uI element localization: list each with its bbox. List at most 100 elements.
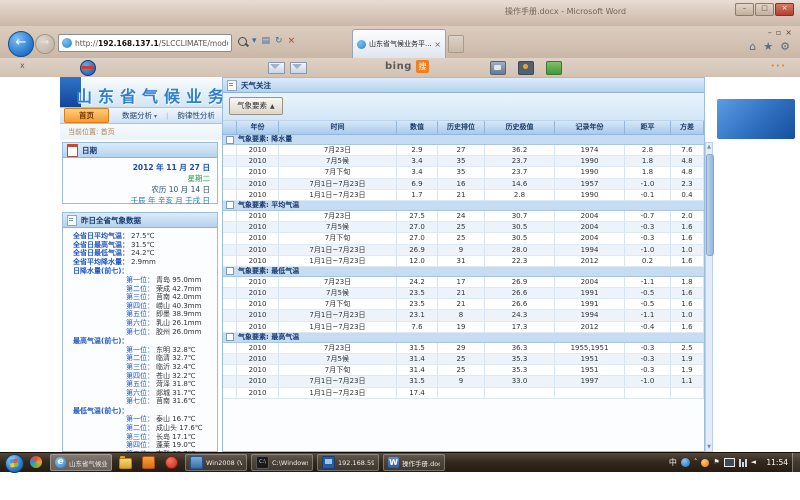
rank-item: 第一位：泰山 16.7℃ <box>63 415 217 424</box>
row-cell: 2.5 <box>671 343 704 354</box>
network-tray-icon[interactable] <box>739 459 747 467</box>
address-bar[interactable]: http://192.168.137.1/SLCCLIMATE/modules/… <box>58 34 232 52</box>
browser-tab[interactable]: 山东省气候业务平... × <box>352 29 446 58</box>
row-cell: 1951 <box>555 354 625 365</box>
row-cell: 16 <box>438 179 485 190</box>
row-cell: 33.0 <box>485 376 555 387</box>
more-options-icon[interactable]: ••• <box>771 62 786 70</box>
addons-icon[interactable] <box>546 61 562 75</box>
search-icon[interactable] <box>238 37 247 46</box>
scroll-up-icon[interactable]: ▲ <box>706 144 712 150</box>
taskbar-button-explorer[interactable] <box>116 454 135 471</box>
action-center-flag-icon[interactable]: ⚑ <box>713 458 719 467</box>
row-cell: 2010 <box>237 256 279 267</box>
ie-window-buttons[interactable]: –▫× <box>768 28 792 37</box>
close-button[interactable]: × <box>775 3 794 16</box>
scrollbar-thumb[interactable] <box>706 154 714 256</box>
table-row: 20107月5候27.02530.52004-0.31.6 <box>223 222 704 233</box>
orange-tray-icon[interactable] <box>701 459 709 467</box>
tab-close-icon[interactable]: × <box>434 40 441 49</box>
rank-label: 第一位： <box>126 415 154 424</box>
taskbar-button-word-document-window[interactable]: W操作手册.docx... <box>383 454 445 471</box>
account-icon[interactable] <box>518 61 534 75</box>
bing-search-button[interactable]: 搜 <box>416 60 429 73</box>
rank-label: 第二位： <box>126 424 154 433</box>
section-group-row[interactable]: 气象要素: 最高气温 <box>223 333 704 343</box>
refresh-icon[interactable]: ↻ <box>275 36 283 46</box>
page-scrollbar[interactable]: ▲ ▼ <box>705 142 713 452</box>
table-row: 20107月下旬27.02530.52004-0.31.6 <box>223 233 704 244</box>
taskbar-clock[interactable]: 11:54 <box>766 458 788 467</box>
row-cell: 2010 <box>237 156 279 167</box>
section-group-row[interactable]: 气象要素: 降水量 <box>223 135 704 145</box>
element-filter-button[interactable]: 气象要素▲ <box>229 97 283 115</box>
dropdown-icon[interactable]: ▾ <box>252 36 257 46</box>
section-group-row[interactable]: 气象要素: 最低气温 <box>223 267 704 277</box>
row-cell: -0.3 <box>625 233 671 244</box>
rank-item: 第五位：菏泽 31.8℃ <box>63 380 217 389</box>
input-method-indicator[interactable]: 中 <box>669 458 677 467</box>
message-icon[interactable] <box>290 62 307 74</box>
expand-checkbox[interactable] <box>226 267 234 275</box>
show-desktop-button[interactable] <box>792 453 800 472</box>
expand-checkbox[interactable] <box>226 136 234 144</box>
maximize-button[interactable]: □ <box>755 3 774 16</box>
row-cell: 7月下旬 <box>279 167 397 178</box>
row-cell: 14.6 <box>485 179 555 190</box>
snapshot-icon[interactable] <box>490 61 506 75</box>
minimize-button[interactable]: – <box>735 3 754 16</box>
nav-item-0[interactable]: 首页 <box>64 108 109 123</box>
pinned-app-icon[interactable] <box>30 456 42 468</box>
row-cell: 2010 <box>237 145 279 156</box>
compatibility-icon[interactable]: ▤ <box>262 36 271 46</box>
folder-icon <box>119 458 132 469</box>
url-text[interactable]: http://192.168.137.1/SLCCLIMATE/modules/… <box>75 39 228 48</box>
stop-icon[interactable]: × <box>288 36 296 46</box>
row-cell: 7月下旬 <box>279 365 397 376</box>
expand-checkbox[interactable] <box>226 333 234 341</box>
row-cell: 7月1日~7月23日 <box>279 245 397 256</box>
expand-checkbox[interactable] <box>226 201 234 209</box>
tab-title[interactable]: 山东省气候业务平... <box>369 39 432 49</box>
taskbar-button-cmd-window[interactable]: C:\C:\Windows\s... <box>251 454 313 471</box>
table-row: 20107月5候23.52126.61991-0.51.6 <box>223 288 704 299</box>
bing-logo[interactable]: bing <box>385 61 412 72</box>
mail-icon[interactable] <box>268 62 285 74</box>
rank-item: 第六位：乳山 26.1mm <box>63 319 217 328</box>
home-icon[interactable]: ⌂ <box>749 40 756 53</box>
volume-icon[interactable]: ◄ <box>751 458 756 467</box>
toolbar-close-icon[interactable]: x <box>20 61 25 70</box>
section-group-row[interactable]: 气象要素: 平均气温 <box>223 201 704 211</box>
back-button[interactable]: ← <box>8 31 34 57</box>
row-cell <box>625 388 671 399</box>
rank-label: 第七位： <box>126 328 154 337</box>
taskbar-button-label: 山东省气候业... <box>69 458 107 468</box>
section-group-label: 气象要素: 最低气温 <box>238 267 299 276</box>
rank-item: 第二位：成山头 17.6℃ <box>63 424 217 433</box>
start-button[interactable] <box>5 454 24 473</box>
rank-item: 第二位：临清 32.7℃ <box>63 354 217 363</box>
hidden-icons-chevron[interactable]: ˄ <box>694 458 698 467</box>
taskbar-button-red-app[interactable] <box>162 454 181 471</box>
display-tray-icon[interactable] <box>724 458 735 467</box>
section-group-label: 气象要素: 降水量 <box>238 135 292 144</box>
nav-item-2[interactable]: 韵律性分析 <box>168 110 224 121</box>
taskbar-button-remote-desktop-window[interactable]: 192.168.59.99... <box>317 454 379 471</box>
row-cell: -0.3 <box>625 222 671 233</box>
row-cell: 1.0 <box>671 245 704 256</box>
scroll-down-icon[interactable]: ▼ <box>706 444 712 450</box>
taskbar-button-orange-app[interactable] <box>139 454 158 471</box>
taskbar-button-ie-window[interactable]: e山东省气候业... <box>50 454 112 471</box>
forward-button[interactable]: → <box>35 34 55 54</box>
row-cell: 35.3 <box>485 365 555 376</box>
taskbar-button-vm-window[interactable]: Win2008 (VS2... <box>185 454 247 471</box>
row-cell: 1951 <box>555 365 625 376</box>
favorites-star-icon[interactable]: ★ <box>763 40 773 53</box>
blue-ball-tray-icon[interactable] <box>681 458 690 467</box>
settings-gear-icon[interactable]: ⚙ <box>780 40 790 53</box>
new-tab-button[interactable] <box>448 35 464 53</box>
nav-item-1[interactable]: 数据分析▾ <box>113 110 166 121</box>
row-cell: 26.6 <box>485 299 555 310</box>
date-panel: 日期 2012 年 11 月 27 日 星期二 农历 10 月 14 日 壬辰 … <box>62 142 218 204</box>
addon-logo-icon[interactable] <box>80 60 96 76</box>
